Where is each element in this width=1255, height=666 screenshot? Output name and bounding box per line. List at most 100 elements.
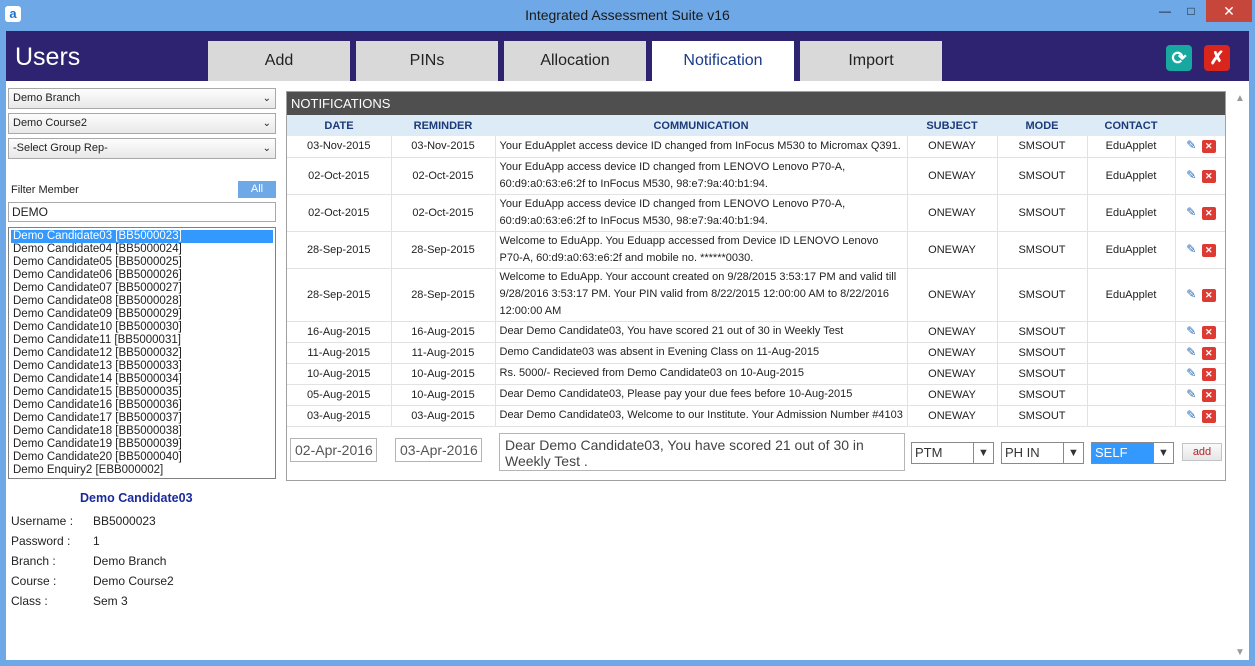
delete-icon[interactable]: ✕ [1201,367,1216,381]
member-sidebar: Demo Branch ⌄ Demo Course2 ⌄ -Select Gro… [6,81,286,660]
new-date-field[interactable]: 02-Apr-2016 [290,438,377,462]
list-item[interactable]: Demo Candidate15 [BB5000035] [11,386,273,399]
mode-select[interactable]: PH IN ▼ [1001,442,1084,464]
cell-date: 16-Aug-2015 [287,321,392,343]
tab-pins[interactable]: PINs [356,41,498,81]
cell-date: 03-Nov-2015 [287,136,392,158]
list-item[interactable]: Demo Enquiry2 [EBB000002] [11,464,273,477]
add-notification-button[interactable]: add [1182,443,1222,461]
maximize-button[interactable]: □ [1178,0,1204,22]
edit-pencil-icon[interactable]: ✎ [1185,139,1198,152]
delete-icon[interactable]: ✕ [1201,169,1216,183]
cell-date: 11-Aug-2015 [287,342,392,364]
list-item[interactable]: Demo Candidate05 [BB5000025] [11,256,273,269]
cell-communication: Your EduApp access device ID changed fro… [495,157,908,195]
edit-pencil-icon[interactable]: ✎ [1185,408,1198,422]
member-info-row: Branch : Demo Branch [11,554,166,568]
table-row[interactable]: 03-Aug-2015 03-Aug-2015 Dear Demo Candidat… [287,405,1225,427]
notifications-title: NOTIFICATIONS [287,92,1225,115]
delete-icon[interactable]: ✕ [1201,206,1216,220]
new-message-textarea[interactable]: Dear Demo Candidate03, You have scored 2… [499,433,905,471]
list-item[interactable]: Demo Candidate11 [BB5000031] [11,334,273,347]
edit-pencil-icon[interactable]: ✎ [1185,345,1198,359]
cell-reminder: 28-Sep-2015 [391,231,496,269]
member-list[interactable]: Demo Candidate03 [BB5000023] Demo Candida… [8,227,276,479]
delete-icon[interactable]: ✕ [1201,325,1216,339]
delete-icon[interactable]: ✕ [1201,388,1216,402]
list-item[interactable]: Demo Candidate18 [BB5000038] [11,425,273,438]
window-close-button[interactable]: ✕ [1206,0,1252,22]
list-item[interactable]: Demo Candidate03 [BB5000023] [11,230,273,243]
edit-pencil-icon[interactable]: ✎ [1185,366,1198,380]
edit-pencil-icon[interactable]: ✎ [1185,287,1198,301]
new-notification-row: 02-Apr-2016 03-Apr-2016 Dear Demo Candid… [287,428,1225,472]
list-item[interactable]: Demo Candidate20 [BB5000040] [11,451,273,464]
list-item[interactable]: Demo Candidate19 [BB5000039] [11,438,273,451]
list-item[interactable]: Demo Candidate08 [BB5000028] [11,295,273,308]
list-item[interactable]: Demo Candidate06 [BB5000026] [11,269,273,282]
tab-import[interactable]: Import [800,41,942,81]
group-rep-select[interactable]: -Select Group Rep- ⌄ [8,138,276,159]
column-header-reminder[interactable]: REMINDER [391,115,495,136]
tab-allocation[interactable]: Allocation [504,41,646,81]
table-row[interactable]: 03-Nov-2015 03-Nov-2015 Your EduApplet acc… [287,136,1225,158]
table-row[interactable]: 28-Sep-2015 28-Sep-2015 Welcome to EduApp.… [287,268,1225,322]
vertical-scrollbar[interactable]: ▲ ▼ [1234,91,1249,660]
delete-icon[interactable]: ✕ [1201,288,1216,302]
mode-select-value: PH IN [1005,445,1040,460]
table-row[interactable]: 28-Sep-2015 28-Sep-2015 Welcome to EduApp.… [287,231,1225,269]
cell-actions: ✎ ✕ [1175,136,1225,158]
chevron-down-icon: ⌄ [262,143,271,154]
list-item[interactable]: Demo Candidate13 [BB5000033] [11,360,273,373]
list-item[interactable]: Demo Candidate10 [BB5000030] [11,321,273,334]
edit-pencil-icon[interactable]: ✎ [1185,242,1198,256]
cell-contact [1087,384,1176,406]
new-reminder-field[interactable]: 03-Apr-2016 [395,438,482,462]
table-row[interactable]: 11-Aug-2015 11-Aug-2015 Demo Candidate03 w… [287,342,1225,364]
branch-select[interactable]: Demo Branch ⌄ [8,88,276,109]
cell-contact: EduApplet [1087,194,1176,232]
scroll-up-icon[interactable]: ▲ [1235,93,1245,104]
table-row[interactable]: 16-Aug-2015 16-Aug-2015 Dear Demo Candidat… [287,321,1225,343]
table-row[interactable]: 05-Aug-2015 10-Aug-2015 Dear Demo Candidat… [287,384,1225,406]
edit-pencil-icon[interactable]: ✎ [1185,168,1198,182]
column-header-contact[interactable]: CONTACT [1087,115,1175,136]
cell-contact [1087,363,1176,385]
edit-pencil-icon[interactable]: ✎ [1185,205,1198,219]
course-select[interactable]: Demo Course2 ⌄ [8,113,276,134]
scroll-down-icon[interactable]: ▼ [1235,647,1245,658]
subject-select[interactable]: PTM ▼ [911,442,994,464]
cell-reminder: 16-Aug-2015 [391,321,496,343]
refresh-icon[interactable]: ⟳ [1166,45,1192,71]
tab-add[interactable]: Add [208,41,350,81]
notifications-panel: NOTIFICATIONS DATE REMINDER COMMUNICATIO… [286,91,1226,481]
delete-icon[interactable]: ✕ [1201,346,1216,360]
table-row[interactable]: 02-Oct-2015 02-Oct-2015 Your EduApp access… [287,157,1225,195]
list-item[interactable]: Demo Candidate17 [BB5000037] [11,412,273,425]
delete-icon[interactable]: ✕ [1201,409,1216,423]
list-item[interactable]: Demo Candidate16 [BB5000036] [11,399,273,412]
edit-pencil-icon[interactable]: ✎ [1185,387,1198,401]
list-item[interactable]: Demo Candidate04 [BB5000024] [11,243,273,256]
tab-notification[interactable]: Notification [652,41,794,81]
list-item[interactable]: Demo Candidate12 [BB5000032] [11,347,273,360]
contact-select[interactable]: SELF ▼ [1091,442,1174,464]
list-item[interactable]: Demo Candidate07 [BB5000027] [11,282,273,295]
list-item[interactable]: Demo Candidate14 [BB5000034] [11,373,273,386]
cell-subject: ONEWAY [907,363,998,385]
edit-pencil-icon[interactable]: ✎ [1185,324,1198,338]
table-row[interactable]: 10-Aug-2015 10-Aug-2015 Rs. 5000/- Recieve… [287,363,1225,385]
all-button[interactable]: All [238,181,276,198]
column-header-date[interactable]: DATE [287,115,391,136]
column-header-communication[interactable]: COMMUNICATION [495,115,907,136]
list-item[interactable]: Demo Candidate09 [BB5000029] [11,308,273,321]
close-icon[interactable]: ✗ [1204,45,1230,71]
column-header-mode[interactable]: MODE [997,115,1087,136]
delete-icon[interactable]: ✕ [1201,140,1216,154]
cell-subject: ONEWAY [907,194,998,232]
minimize-button[interactable]: — [1152,0,1178,22]
table-row[interactable]: 02-Oct-2015 02-Oct-2015 Your EduApp access… [287,194,1225,232]
column-header-subject[interactable]: SUBJECT [907,115,997,136]
filter-member-input[interactable]: DEMO [8,202,276,222]
delete-icon[interactable]: ✕ [1201,243,1216,257]
